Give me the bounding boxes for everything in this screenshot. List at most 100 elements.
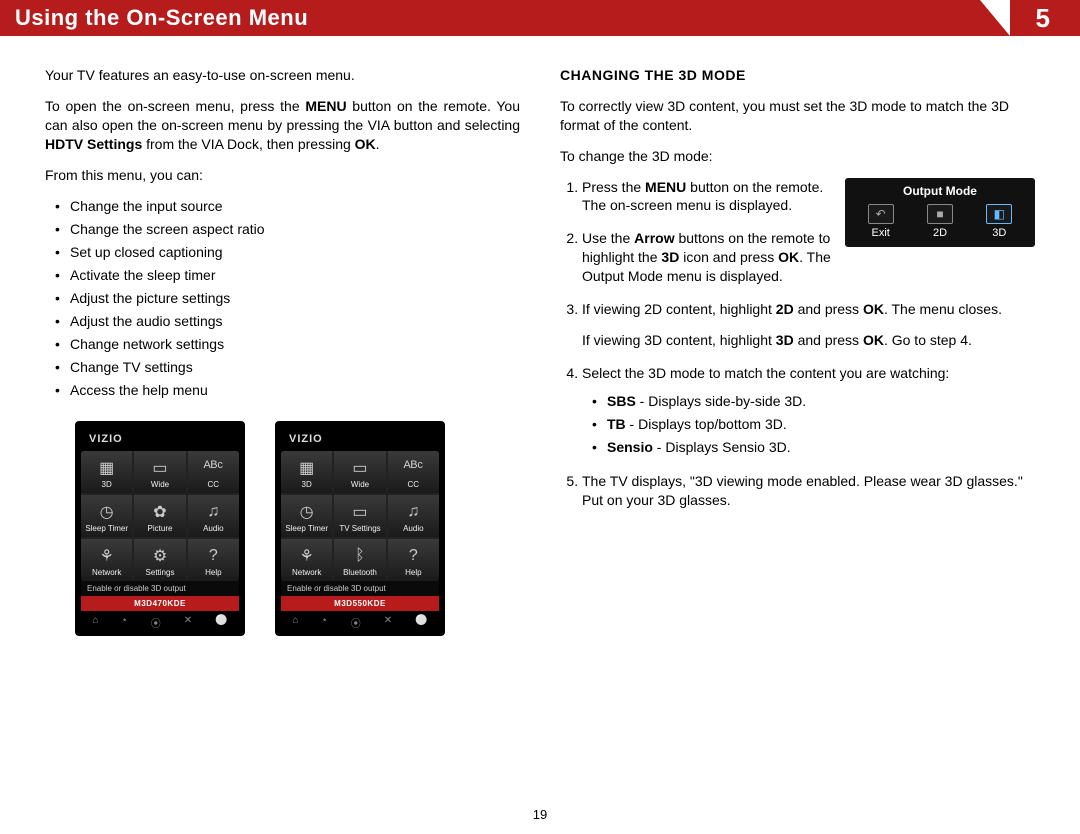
- dock-icon[interactable]: ✕: [384, 615, 392, 630]
- tv-settings-icon: ▭: [347, 501, 373, 523]
- menu-cell-label: Settings: [146, 569, 175, 577]
- cc-icon: ᴬᴮᶜ: [200, 457, 226, 479]
- menu-cell-label: Network: [92, 569, 121, 577]
- dock-icon[interactable]: ⋆: [322, 615, 328, 630]
- menu-cell-label: Help: [405, 569, 421, 577]
- menu-cell[interactable]: ᴬᴮᶜCC: [388, 451, 439, 493]
- list-item: Change TV settings: [70, 357, 520, 378]
- intro-text: Your TV features an easy-to-use on-scree…: [45, 66, 520, 85]
- 3d-icon: ▦: [94, 457, 120, 479]
- dock-icon[interactable]: ⚪: [415, 615, 427, 630]
- menu-cell[interactable]: ♫ Audio: [188, 495, 239, 537]
- output-mode-label: 3D: [970, 227, 1029, 239]
- dock-icon[interactable]: ⦿: [151, 615, 161, 630]
- header-notch: [980, 0, 1010, 36]
- 3d-change: To change the 3D mode:: [560, 147, 1035, 166]
- menu-cell-label: TV Settings: [339, 525, 380, 533]
- dock-icon[interactable]: ⦿: [351, 615, 361, 630]
- settings-icon: ⚙: [147, 545, 173, 567]
- output-mode-option-3d[interactable]: ◧3D: [970, 204, 1029, 239]
- menu-cell[interactable]: ▭ TV Settings: [334, 495, 385, 537]
- step-4-text: Select the 3D mode to match the content …: [582, 365, 949, 381]
- open-menu-text: To open the on-screen menu, press the ME…: [45, 97, 520, 154]
- dock-icon[interactable]: ⌂: [92, 615, 98, 630]
- chapter-title: Using the On-Screen Menu: [15, 5, 308, 31]
- menu-grid-b: ▦3D ▭ Wide ᴬᴮᶜCC ◷Sleep Timer ▭ TV Settings ♫ Au…: [281, 451, 439, 581]
- list-item: Activate the sleep timer: [70, 265, 520, 286]
- 2d-icon: ■: [927, 204, 953, 224]
- right-column: CHANGING THE 3D MODE To correctly view 3…: [560, 66, 1035, 636]
- list-item: Set up closed captioning: [70, 242, 520, 263]
- bluetooth-icon: ᛒ: [347, 545, 373, 567]
- section-heading: CHANGING THE 3D MODE: [560, 66, 1035, 85]
- phone-model-b: VIZIO ▦3D▭WideᴬᴮᶜCC◷Sleep Timer▭TV Setti…: [275, 421, 445, 636]
- model-label-a: M3D470KDE: [81, 596, 239, 611]
- from-menu-text: From this menu, you can:: [45, 166, 520, 185]
- menu-cell-label: Bluetooth: [343, 569, 377, 577]
- list-item: Change the screen aspect ratio: [70, 219, 520, 240]
- menu-cell-label: Wide: [151, 481, 169, 489]
- phone-brand: VIZIO: [81, 433, 239, 451]
- output-mode-option-exit[interactable]: ↶Exit: [851, 204, 910, 239]
- menu-cell[interactable]: ◷Sleep Timer: [281, 495, 332, 537]
- model-label-b: M3D550KDE: [281, 596, 439, 611]
- dock-icon[interactable]: ⌂: [292, 615, 298, 630]
- menu-cell-label: Audio: [203, 525, 223, 533]
- dock-icon[interactable]: ⚪: [215, 615, 227, 630]
- menu-cell-label: Wide: [351, 481, 369, 489]
- output-mode-label: 2D: [910, 227, 969, 239]
- list-item: Adjust the audio settings: [70, 311, 520, 332]
- menu-cell[interactable]: ?Help: [188, 539, 239, 581]
- menu-cell[interactable]: ᛒ Bluetooth: [334, 539, 385, 581]
- menu-cell[interactable]: ▦3D: [281, 451, 332, 493]
- list-item: Adjust the picture settings: [70, 288, 520, 309]
- menu-cell[interactable]: ✿ Picture: [134, 495, 185, 537]
- chapter-header: Using the On-Screen Menu 5: [0, 0, 1080, 36]
- chapter-number: 5: [1036, 3, 1050, 34]
- network-icon: ⚘: [94, 545, 120, 567]
- wide-icon: ▭: [347, 457, 373, 479]
- menu-cell-label: Picture: [148, 525, 173, 533]
- menu-cell[interactable]: ▭ Wide: [334, 451, 385, 493]
- step-3b: If viewing 3D content, highlight 3D and …: [582, 332, 972, 348]
- menu-cell[interactable]: ♫ Audio: [388, 495, 439, 537]
- menu-cell[interactable]: ◷Sleep Timer: [81, 495, 132, 537]
- menu-cell[interactable]: ? Help: [388, 539, 439, 581]
- menu-cell-label: CC: [208, 481, 220, 489]
- 3d-mode-options: SBS - Displays side-by-side 3D.TB - Disp…: [582, 391, 1035, 458]
- dock-icon[interactable]: ✕: [184, 615, 192, 630]
- output-mode-panel: Output Mode ↶Exit■2D◧3D: [845, 178, 1035, 247]
- help-icon: ?: [200, 545, 226, 567]
- step-5: The TV displays, "3D viewing mode enable…: [582, 472, 1035, 510]
- cc-icon: ᴬᴮᶜ: [400, 457, 426, 479]
- menu-cell[interactable]: ⚘Network: [281, 539, 332, 581]
- list-item: Access the help menu: [70, 380, 520, 401]
- list-item: Change network settings: [70, 334, 520, 355]
- audio-icon: ♫: [400, 501, 426, 523]
- menu-cell[interactable]: ⚘ Network: [81, 539, 132, 581]
- list-item: Change the input source: [70, 196, 520, 217]
- menu-cell-label: Sleep Timer: [85, 525, 128, 533]
- menu-cell[interactable]: ⚙ Settings: [134, 539, 185, 581]
- menu-cell-label: 3D: [102, 481, 112, 489]
- 3d-icon: ▦: [294, 457, 320, 479]
- output-mode-option-2d[interactable]: ■ 2D: [910, 204, 969, 239]
- picture-icon: ✿: [147, 501, 173, 523]
- exit-icon: ↶: [868, 204, 894, 224]
- help-icon: ?: [400, 545, 426, 567]
- dock-icon[interactable]: ⋆: [122, 615, 128, 630]
- audio-icon: ♫: [200, 501, 226, 523]
- menu-cell[interactable]: ▦ 3D: [81, 451, 132, 493]
- 3d-intro: To correctly view 3D content, you must s…: [560, 97, 1035, 135]
- step-4: Select the 3D mode to match the content …: [582, 364, 1035, 458]
- wide-icon: ▭: [147, 457, 173, 479]
- menu-cell-label: Audio: [403, 525, 423, 533]
- phone-model-a: VIZIO ▦ 3D ▭ Wide ᴬᴮᶜ CC ◷Sleep Timer ✿ Picture ♫…: [75, 421, 245, 636]
- menu-cell[interactable]: ᴬᴮᶜ CC: [188, 451, 239, 493]
- page-content: Your TV features an easy-to-use on-scree…: [0, 36, 1080, 636]
- menu-cell[interactable]: ▭ Wide: [134, 451, 185, 493]
- step-3a: If viewing 2D content, highlight 2D and …: [582, 301, 1002, 317]
- output-mode-row: ↶Exit ■ 2D◧3D: [851, 204, 1029, 239]
- left-column: Your TV features an easy-to-use on-scree…: [45, 66, 520, 636]
- page-number: 19: [0, 807, 1080, 822]
